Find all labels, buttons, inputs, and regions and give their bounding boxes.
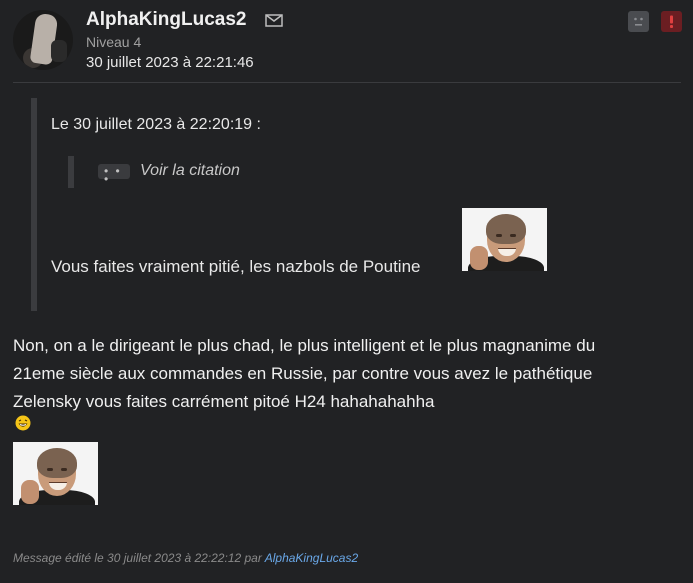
quoted-text: Vous faites vraiment pitié, les nazbols … xyxy=(51,257,421,276)
quote-bar xyxy=(31,98,37,311)
zidane-sticker-image xyxy=(462,208,547,271)
edit-note: Message édité le 30 juillet 2023 à 22:22… xyxy=(13,551,358,565)
mail-icon[interactable] xyxy=(265,14,283,27)
laugh-emoji-icon xyxy=(15,415,31,431)
avatar[interactable] xyxy=(13,10,73,70)
dots-icon: • • • xyxy=(104,164,122,186)
nested-quote-bar xyxy=(68,156,74,188)
alert-icon[interactable] xyxy=(661,11,682,32)
post-date[interactable]: 30 juillet 2023 à 22:21:46 xyxy=(86,54,254,71)
edit-user-link[interactable]: AlphaKingLucas2 xyxy=(265,551,358,565)
header-divider xyxy=(13,82,681,83)
author-level: Niveau 4 xyxy=(86,34,142,50)
expand-quote-button[interactable]: • • • xyxy=(98,164,130,185)
message-line: Non, on a le dirigeant le plus chad, le … xyxy=(13,336,596,355)
edit-note-text: Message édité le 30 juillet 2023 à 22:22… xyxy=(13,551,265,565)
message-body: Non, on a le dirigeant le plus chad, le … xyxy=(13,332,681,416)
zidane-sticker-image xyxy=(13,442,98,505)
post-header: AlphaKingLucas2 Niveau 4 30 juillet 2023… xyxy=(0,0,693,82)
message-line: 21eme siècle aux commandes en Russie, pa… xyxy=(13,364,593,383)
sad-face-icon[interactable] xyxy=(628,11,649,32)
author-username[interactable]: AlphaKingLucas2 xyxy=(86,9,246,31)
see-quote-link[interactable]: Voir la citation xyxy=(140,162,240,180)
quote-header: Le 30 juillet 2023 à 22:20:19 : xyxy=(51,116,261,133)
message-line: Zelensky vous faites carrément pitoé H24… xyxy=(13,392,435,411)
